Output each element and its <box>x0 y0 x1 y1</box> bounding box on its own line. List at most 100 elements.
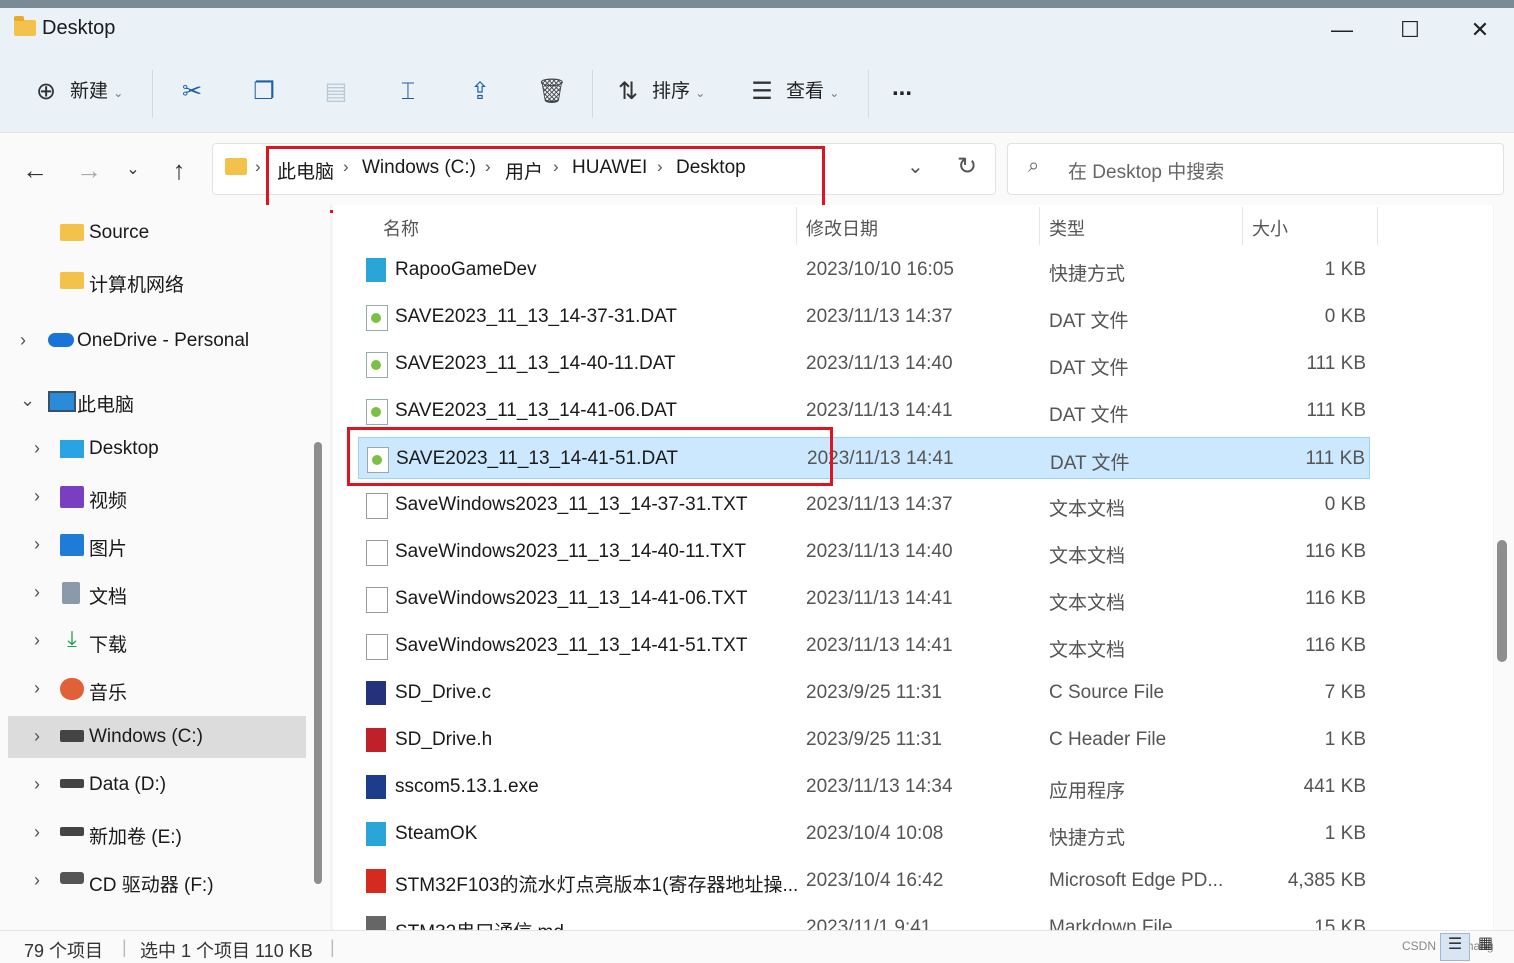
nav-item-this-pc[interactable]: ⌄ 此电脑 <box>8 380 306 422</box>
file-row[interactable]: SD_Drive.h 2023/9/25 11:31 C Header File 1 … <box>358 719 1370 761</box>
chevron-right-icon[interactable]: › <box>20 330 26 351</box>
column-header-type[interactable]: 类型 <box>1049 215 1085 241</box>
chevron-right-icon[interactable]: › <box>34 582 40 603</box>
file-row[interactable]: SteamOK 2023/10/4 10:08 快捷方式 1 KB <box>358 813 1370 855</box>
status-bar: 79 个项目 | 选中 1 个项目 110 KB | CSDN @ZShang … <box>0 930 1514 963</box>
minimize-button[interactable]: — <box>1312 14 1372 46</box>
nav-item-videos[interactable]: › 视频 <box>8 476 306 518</box>
file-type: 文本文档 <box>1049 593 1126 614</box>
sort-button[interactable]: 排序 ⌄ <box>652 72 705 112</box>
column-header-name[interactable]: 名称 <box>383 215 419 241</box>
status-divider: | <box>122 937 127 957</box>
column-header-size[interactable]: 大小 <box>1252 215 1288 241</box>
nav-item-network-course[interactable]: 计算机网络 <box>8 260 306 302</box>
file-row[interactable]: SD_Drive.c 2023/9/25 11:31 C Source File 7 … <box>358 672 1370 714</box>
chevron-right-icon[interactable]: › <box>34 774 40 795</box>
file-row[interactable]: SaveWindows2023_11_13_14-41-06.TXT 2023/1… <box>358 578 1370 620</box>
search-input[interactable]: 在 Desktop 中搜索 <box>1068 157 1224 184</box>
file-row[interactable]: sscom5.13.1.exe 2023/11/13 14:34 应用程序 441 K… <box>358 766 1370 808</box>
scrollbar-thumb[interactable] <box>1497 540 1507 662</box>
dat-file-icon <box>366 352 388 378</box>
chevron-right-icon[interactable]: › <box>34 678 40 699</box>
chevron-down-icon[interactable]: ⌄ <box>907 154 924 179</box>
file-name: RapooGameDev <box>395 259 537 280</box>
search-box[interactable]: ⌕ 在 Desktop 中搜索 <box>1007 143 1504 195</box>
maximize-button[interactable]: ☐ <box>1380 14 1440 46</box>
copy-icon[interactable]: ❐ <box>248 76 280 108</box>
view-button[interactable]: 查看 ⌄ <box>786 72 839 112</box>
new-button[interactable]: 新建 ⌄ <box>70 72 123 112</box>
file-row[interactable]: SAVE2023_11_13_14-40-11.DAT 2023/11/13 14… <box>358 343 1370 385</box>
file-date: 2023/10/10 16:05 <box>806 259 954 280</box>
file-row[interactable]: RapooGameDev 2023/10/10 16:05 快捷方式 1 KB <box>358 249 1370 291</box>
nav-item-new-volume-e[interactable]: › 新加卷 (E:) <box>8 812 306 854</box>
drive-icon <box>60 779 84 788</box>
desktop-icon <box>60 440 84 458</box>
details-view-icon[interactable]: ☰ <box>1440 933 1470 961</box>
tiles-view-icon[interactable]: ▦ <box>1478 933 1493 953</box>
dat-file-icon <box>366 399 388 425</box>
share-icon[interactable]: ⇪ <box>464 76 496 108</box>
chevron-right-icon[interactable]: › <box>34 534 40 555</box>
chevron-right-icon[interactable]: › <box>34 486 40 507</box>
view-label: 查看 <box>786 81 825 102</box>
computer-icon <box>48 391 76 412</box>
chevron-right-icon[interactable]: › <box>34 726 40 747</box>
nav-label: 音乐 <box>89 683 128 704</box>
nav-item-music[interactable]: › 音乐 <box>8 668 306 710</box>
back-arrow-icon[interactable]: ← <box>18 153 52 187</box>
toolbar-divider <box>592 70 593 118</box>
nav-item-windows-c[interactable]: › Windows (C:) <box>8 716 306 758</box>
delete-icon[interactable]: 🗑 <box>536 76 568 108</box>
close-button[interactable]: ✕ <box>1450 14 1510 46</box>
column-header-date[interactable]: 修改日期 <box>806 215 878 241</box>
file-size: 0 KB <box>1324 494 1366 515</box>
nav-item-data-d[interactable]: › Data (D:) <box>8 764 306 806</box>
chevron-right-icon[interactable]: › <box>34 870 40 891</box>
nav-item-pictures[interactable]: › 图片 <box>8 524 306 566</box>
file-row[interactable]: STM32串口通信.md 2023/11/1 9:41 Markdown File 1… <box>358 907 1370 930</box>
nav-scrollbar[interactable] <box>314 442 322 884</box>
file-type: DAT 文件 <box>1049 405 1129 426</box>
file-date: 2023/11/13 14:41 <box>806 588 953 609</box>
chevron-right-icon[interactable]: › <box>34 822 40 843</box>
file-type: Markdown File <box>1049 917 1173 930</box>
drive-icon <box>60 730 84 742</box>
text-file-icon <box>366 587 388 613</box>
rename-icon[interactable]: ⌶ <box>392 76 424 108</box>
cut-icon[interactable]: ✂ <box>176 76 208 108</box>
file-row[interactable]: SaveWindows2023_11_13_14-41-51.TXT 2023/1… <box>358 625 1370 667</box>
chevron-right-icon[interactable]: › <box>34 630 40 651</box>
file-row[interactable]: SaveWindows2023_11_13_14-37-31.TXT 2023/1… <box>358 484 1370 526</box>
sort-icon[interactable]: ⇅ <box>612 76 644 108</box>
file-row[interactable]: SaveWindows2023_11_13_14-40-11.TXT 2023/1… <box>358 531 1370 573</box>
highlight-annotation-file <box>347 427 833 486</box>
chevron-down-icon[interactable]: ⌄ <box>20 390 35 411</box>
recent-locations-icon[interactable]: ⌄ <box>116 153 150 187</box>
nav-label: 计算机网络 <box>89 275 185 296</box>
file-row[interactable]: SAVE2023_11_13_14-37-31.DAT 2023/11/13 14… <box>358 296 1370 338</box>
file-row[interactable]: STM32F103的流水灯点亮版本1(寄存器地址操... 2023/10/4 16… <box>358 860 1370 902</box>
more-options-button[interactable]: ... <box>892 72 912 112</box>
nav-item-documents[interactable]: › 文档 <box>8 572 306 614</box>
nav-item-source[interactable]: Source <box>8 212 306 254</box>
file-name: SAVE2023_11_13_14-37-31.DAT <box>395 306 678 327</box>
file-row[interactable]: SAVE2023_11_13_14-41-06.DAT 2023/11/13 14… <box>358 390 1370 432</box>
up-arrow-icon[interactable]: ↑ <box>162 153 196 187</box>
navigation-pane: Source 计算机网络 › OneDrive - Personal ⌄ 此电脑… <box>0 205 330 930</box>
nav-item-desktop[interactable]: › Desktop <box>8 428 306 470</box>
view-icon[interactable]: ☰ <box>746 76 778 108</box>
refresh-icon[interactable]: ↻ <box>957 152 977 181</box>
chevron-right-icon[interactable]: › <box>34 438 40 459</box>
nav-item-onedrive[interactable]: › OneDrive - Personal <box>8 320 306 362</box>
forward-arrow-icon[interactable]: → <box>72 153 106 187</box>
paste-icon[interactable]: ▤ <box>320 76 352 108</box>
file-type: 快捷方式 <box>1049 828 1126 849</box>
dat-file-icon <box>366 305 388 331</box>
file-date: 2023/11/13 14:34 <box>806 776 953 797</box>
new-icon[interactable]: ⊕ <box>30 76 62 108</box>
exe-icon <box>366 775 386 799</box>
nav-item-cd-drive-f[interactable]: › CD 驱动器 (F:) <box>8 860 306 902</box>
window-title: Desktop <box>42 17 116 39</box>
nav-item-downloads[interactable]: › ⤓ 下载 <box>8 620 306 662</box>
